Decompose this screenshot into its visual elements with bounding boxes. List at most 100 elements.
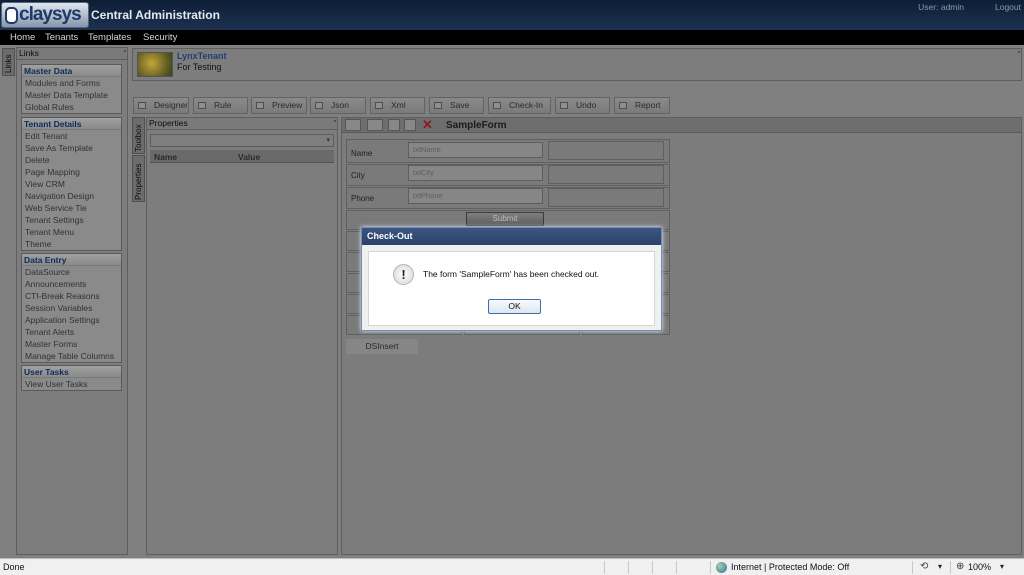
undo-icon <box>560 102 568 109</box>
properties-panel-header: Properties ▫ <box>147 118 337 130</box>
link-manage-table-columns[interactable]: Manage Table Columns <box>22 350 121 362</box>
group-master-data: Master Data Modules and Forms Master Dat… <box>21 64 122 114</box>
check-in-icon <box>493 102 501 109</box>
link-master-forms[interactable]: Master Forms <box>22 338 121 350</box>
check-out-dialog: Check-Out ! The form 'SampleForm' has be… <box>361 227 662 331</box>
link-theme[interactable]: Theme <box>22 238 121 250</box>
security-zone: Internet | Protected Mode: Off <box>731 562 850 572</box>
toolbox-side-tab[interactable]: Toolbox <box>132 117 145 154</box>
group-title: Data Entry <box>22 254 121 266</box>
xml-button[interactable]: Xml <box>370 97 425 114</box>
tenant-name: LynxTenant <box>177 51 227 61</box>
link-view-crm[interactable]: View CRM <box>22 178 121 190</box>
main-menu: Home Tenants Templates Security <box>0 31 1024 45</box>
link-cti-break-reasons[interactable]: CTI-Break Reasons <box>22 290 121 302</box>
align-left-icon[interactable] <box>388 119 400 131</box>
group-title: Master Data <box>22 65 121 77</box>
pin-icon[interactable]: ▫ <box>334 118 336 125</box>
menu-templates[interactable]: Templates <box>88 32 131 43</box>
link-edit-tenant[interactable]: Edit Tenant <box>22 130 121 142</box>
designer-panel: ✕ SampleForm Name txtName City txtCity P… <box>341 117 1022 555</box>
menu-security[interactable]: Security <box>143 32 177 43</box>
check-in-button[interactable]: Check-In <box>488 97 551 114</box>
name-column-header: Name <box>154 152 178 162</box>
properties-title: Properties <box>149 118 188 128</box>
group-title: User Tasks <box>22 366 121 378</box>
browser-status-bar: Done Internet | Protected Mode: Off ⟲ ▾ … <box>0 558 1024 575</box>
pin-icon[interactable]: ▫ <box>124 48 126 55</box>
link-session-variables[interactable]: Session Variables <box>22 302 121 314</box>
chevron-down-icon: ▾ <box>326 137 330 144</box>
logo-text: claysys <box>19 4 82 25</box>
form-cell <box>548 141 664 160</box>
link-view-user-tasks[interactable]: View User Tasks <box>22 378 121 390</box>
links-side-tab[interactable]: Links <box>2 48 15 76</box>
tenant-info-bar: LynxTenant For Testing ▫ <box>132 48 1022 81</box>
form-cell <box>548 188 664 207</box>
link-delete[interactable]: Delete <box>22 154 121 166</box>
link-save-as-template[interactable]: Save As Template <box>22 142 121 154</box>
pin-icon[interactable]: ▫ <box>1018 49 1020 56</box>
properties-side-tab[interactable]: Properties <box>132 155 145 202</box>
group-title: Tenant Details <box>22 118 121 130</box>
rule-button[interactable]: Rule <box>193 97 248 114</box>
name-label: Name <box>351 149 373 158</box>
json-icon <box>315 102 323 109</box>
save-button[interactable]: Save <box>429 97 484 114</box>
logo-mark-icon <box>5 7 18 24</box>
save-icon <box>434 102 442 109</box>
link-tenant-alerts[interactable]: Tenant Alerts <box>22 326 121 338</box>
value-column-header: Value <box>238 152 261 162</box>
city-field[interactable]: txtCity <box>408 165 543 181</box>
chevron-down-icon[interactable]: ▾ <box>1000 562 1004 571</box>
delete-icon[interactable]: ✕ <box>422 117 433 133</box>
link-page-mapping[interactable]: Page Mapping <box>22 166 121 178</box>
zoom-level[interactable]: 100% <box>968 562 991 572</box>
chevron-down-icon[interactable]: ▾ <box>938 562 942 571</box>
protected-mode-icon[interactable]: ⟲ <box>920 561 928 572</box>
report-button[interactable]: Report <box>614 97 670 114</box>
submit-button[interactable]: Submit <box>466 212 544 226</box>
zoom-icon: ⊕ <box>956 561 965 572</box>
designer-button[interactable]: Designer <box>133 97 189 114</box>
city-label: City <box>351 171 365 180</box>
form-title: SampleForm <box>446 120 507 131</box>
link-tenant-settings[interactable]: Tenant Settings <box>22 214 121 226</box>
name-field[interactable]: txtName <box>408 142 543 158</box>
link-navigation-design[interactable]: Navigation Design <box>22 190 121 202</box>
link-web-service-tie[interactable]: Web Service Tie <box>22 202 121 214</box>
ok-button[interactable]: OK <box>488 299 541 314</box>
phone-field[interactable]: txtPhone <box>408 188 543 204</box>
exclamation-icon: ! <box>393 264 414 285</box>
menu-home[interactable]: Home <box>10 32 35 43</box>
menu-tenants[interactable]: Tenants <box>45 32 78 43</box>
status-text: Done <box>3 562 25 572</box>
link-master-data-template[interactable]: Master Data Template <box>22 89 121 101</box>
object-selector[interactable]: ▾ <box>150 134 334 147</box>
link-application-settings[interactable]: Application Settings <box>22 314 121 326</box>
preview-button[interactable]: Preview <box>251 97 307 114</box>
app-header: claysys Central Administration User: adm… <box>0 0 1024 31</box>
tenant-description: For Testing <box>177 62 222 72</box>
link-modules-and-forms[interactable]: Modules and Forms <box>22 77 121 89</box>
preview-icon <box>256 102 264 109</box>
json-button[interactable]: Json <box>310 97 366 114</box>
dialog-title: Check-Out <box>362 228 661 245</box>
align-right-icon[interactable] <box>404 119 416 131</box>
links-panel-title: Links <box>19 48 39 58</box>
link-global-rules[interactable]: Global Rules <box>22 101 121 113</box>
add-column-icon[interactable] <box>367 119 383 131</box>
link-announcements[interactable]: Announcements <box>22 278 121 290</box>
claysys-logo: claysys <box>1 2 89 28</box>
designer-icon <box>138 102 146 109</box>
add-row-icon[interactable] <box>345 119 361 131</box>
designer-toolbar: ✕ SampleForm <box>342 117 1021 133</box>
properties-panel: Properties ▫ ▾ Name Value <box>146 117 338 555</box>
link-datasource[interactable]: DataSource <box>22 266 121 278</box>
dialog-body: ! The form 'SampleForm' has been checked… <box>368 251 655 326</box>
undo-button[interactable]: Undo <box>555 97 610 114</box>
dsinsert-tab[interactable]: DSInsert <box>346 339 418 354</box>
form-cell <box>548 165 664 184</box>
logout-link[interactable]: Logout <box>995 2 1021 12</box>
link-tenant-menu[interactable]: Tenant Menu <box>22 226 121 238</box>
